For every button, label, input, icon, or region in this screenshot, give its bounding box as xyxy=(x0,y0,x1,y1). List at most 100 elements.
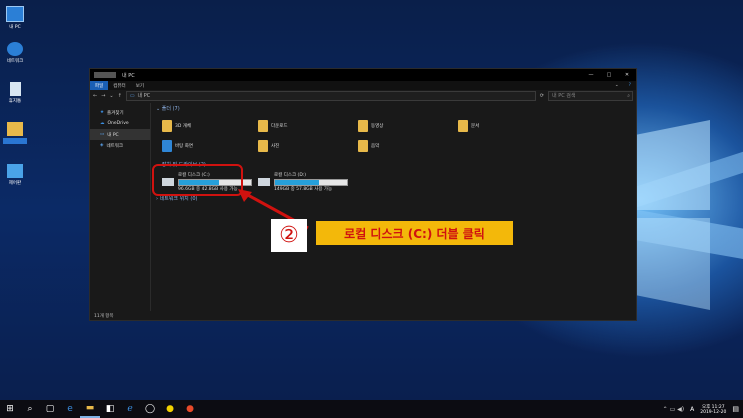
nav-item-network[interactable]: ◈ 네트워크 xyxy=(90,140,150,151)
clock-date: 2019-12-20 xyxy=(700,409,727,415)
nav-item-this-pc[interactable]: ▭ 내 PC xyxy=(90,129,150,140)
ie-icon[interactable]: ℯ xyxy=(120,400,140,418)
minimize-icon[interactable]: — xyxy=(582,72,600,78)
status-bar-text: 11개 항목 xyxy=(94,313,114,319)
folder-label: 3D 개체 xyxy=(175,124,192,129)
nav-item-label: 네트워크 xyxy=(106,143,124,149)
close-icon[interactable]: ✕ xyxy=(618,72,636,78)
desktop-icon-recycle-bin[interactable]: 휴지통 xyxy=(2,82,28,104)
folders-section-header[interactable]: ⌄ 폴더 (7) xyxy=(156,105,180,112)
up-icon[interactable]: ↑ xyxy=(118,93,122,99)
explorer-icon[interactable]: ▬ xyxy=(80,400,100,418)
nav-item-quick-access[interactable]: ★ 즐겨찾기 xyxy=(90,107,150,118)
maximize-icon[interactable]: □ xyxy=(600,72,618,78)
clock-time: 오후 11:27 xyxy=(701,404,725,410)
highlight-box xyxy=(152,164,243,196)
computer-icon xyxy=(6,6,24,22)
content-pane: ⌄ 폴더 (7) 3D 개체 다운로드 동영상 문서 바탕 화면 사진 음악 ⌄… xyxy=(154,103,636,311)
folder-videos[interactable]: 동영상 xyxy=(358,120,383,132)
folder-label: 다운로드 xyxy=(271,124,288,129)
network-section-header[interactable]: › 네트워크 위치 (0) xyxy=(156,195,197,202)
tab-computer[interactable]: 컴퓨터 xyxy=(108,83,130,89)
expand-ribbon-icon[interactable]: ⌄ xyxy=(610,83,624,88)
desktop-icon-control-panel[interactable]: 제어판 xyxy=(2,164,28,186)
kakao-icon[interactable]: ● xyxy=(160,400,180,418)
folder-music[interactable]: 음악 xyxy=(358,140,379,152)
network-icon: ◈ xyxy=(100,143,104,148)
nav-item-label: OneDrive xyxy=(107,121,129,126)
computer-icon: ▭ xyxy=(100,132,105,137)
computer-icon: ▭ xyxy=(129,92,135,99)
folder-documents[interactable]: 문서 xyxy=(458,120,479,132)
store-icon[interactable]: ◧ xyxy=(100,400,120,418)
desktop-icon-label xyxy=(3,138,27,144)
notification-icon[interactable]: ▤ xyxy=(732,405,739,413)
chat-icon[interactable]: ◯ xyxy=(140,400,160,418)
search-placeholder: 내 PC 검색 xyxy=(552,93,576,99)
folder-label: 동영상 xyxy=(371,124,384,129)
folder-icon xyxy=(358,120,368,132)
folder-icon xyxy=(358,140,368,152)
desktop-icon-label: 제어판 xyxy=(8,181,22,186)
edge-icon[interactable]: e xyxy=(60,400,80,418)
desktop-icon-label: 네트워크 xyxy=(6,59,24,64)
folder-label: 바탕 화면 xyxy=(175,144,193,149)
folder-label: 사진 xyxy=(271,144,280,149)
star-icon: ★ xyxy=(100,110,105,115)
window-title: 내 PC xyxy=(122,72,135,79)
folder-downloads[interactable]: 다운로드 xyxy=(258,120,288,132)
recycle-bin-icon xyxy=(9,82,21,96)
tab-file[interactable]: 파일 xyxy=(90,81,109,90)
input-language[interactable]: A xyxy=(690,406,694,413)
desktop-icon-network[interactable]: 네트워크 xyxy=(2,42,28,64)
drive-label: 로컬 디스크 (D:) xyxy=(274,173,307,178)
nav-item-label: 즐겨찾기 xyxy=(107,110,124,116)
folder-desktop[interactable]: 바탕 화면 xyxy=(162,140,193,152)
folder-icon xyxy=(258,140,268,152)
address-bar-row: ← → ⌄ ↑ ▭ 내 PC ⟳ 내 PC 검색 ⌕ xyxy=(90,90,636,101)
ribbon-tabs: 파일 컴퓨터 보기 ⌄ ? xyxy=(90,81,636,90)
back-icon[interactable]: ← xyxy=(93,93,97,99)
taskbar: ⊞ ⌕ ▢ e ▬ ◧ ℯ ◯ ● ● ⌃ ▭ ◀) A 오후 11:27 20… xyxy=(0,400,743,418)
desktop-icon-label: 내 PC xyxy=(9,25,21,30)
folder-icon xyxy=(162,120,172,132)
nav-item-onedrive[interactable]: ☁ OneDrive xyxy=(90,118,150,129)
address-bar[interactable]: ▭ 내 PC xyxy=(125,90,536,101)
forward-icon[interactable]: → xyxy=(101,93,105,99)
refresh-icon[interactable]: ⟳ xyxy=(540,93,544,99)
folder-label: 음악 xyxy=(371,144,380,149)
user-folder-icon xyxy=(7,122,23,136)
desktop-icon-label: 휴지통 xyxy=(8,99,22,104)
navigation-pane: ★ 즐겨찾기 ☁ OneDrive ▭ 내 PC ◈ 네트워크 xyxy=(90,103,151,311)
tray-icons[interactable]: ⌃ ▭ ◀) xyxy=(663,406,684,413)
folder-icon xyxy=(458,120,468,132)
instruction-callout: 로컬 디스크 (C:) 더블 클릭 xyxy=(316,221,513,245)
folder-label: 문서 xyxy=(471,124,480,129)
control-panel-icon xyxy=(7,164,23,178)
network-icon xyxy=(7,42,23,56)
step-number-badge: ② xyxy=(271,219,307,252)
search-icon[interactable]: ⌕ xyxy=(20,400,40,418)
media-icon[interactable]: ● xyxy=(180,400,200,418)
title-bar: 내 PC — □ ✕ xyxy=(90,69,636,81)
folder-icon xyxy=(258,120,268,132)
address-text: 내 PC xyxy=(137,93,151,99)
help-icon[interactable]: ? xyxy=(624,83,636,88)
chevron-down-icon[interactable]: ⌄ xyxy=(109,93,113,99)
drive-usage-bar xyxy=(274,179,348,186)
tab-view[interactable]: 보기 xyxy=(131,83,149,89)
clock[interactable]: 오후 11:27 2019-12-20 xyxy=(700,404,726,415)
desktop-icon-computer[interactable]: 내 PC xyxy=(2,6,28,30)
search-icon: ⌕ xyxy=(627,92,630,99)
hard-drive-icon xyxy=(258,178,270,186)
drive-usage-fill xyxy=(275,180,319,185)
start-icon[interactable]: ⊞ xyxy=(0,400,20,418)
search-input[interactable]: 내 PC 검색 ⌕ xyxy=(548,90,633,101)
desktop-icon-user-folder[interactable] xyxy=(2,122,28,144)
cloud-icon: ☁ xyxy=(100,121,105,126)
folder-3d-objects[interactable]: 3D 개체 xyxy=(162,120,191,132)
folder-pictures[interactable]: 사진 xyxy=(258,140,279,152)
quick-access-toolbar-icon[interactable] xyxy=(94,72,116,78)
nav-item-label: 내 PC xyxy=(107,132,119,138)
task-view-icon[interactable]: ▢ xyxy=(40,400,60,418)
